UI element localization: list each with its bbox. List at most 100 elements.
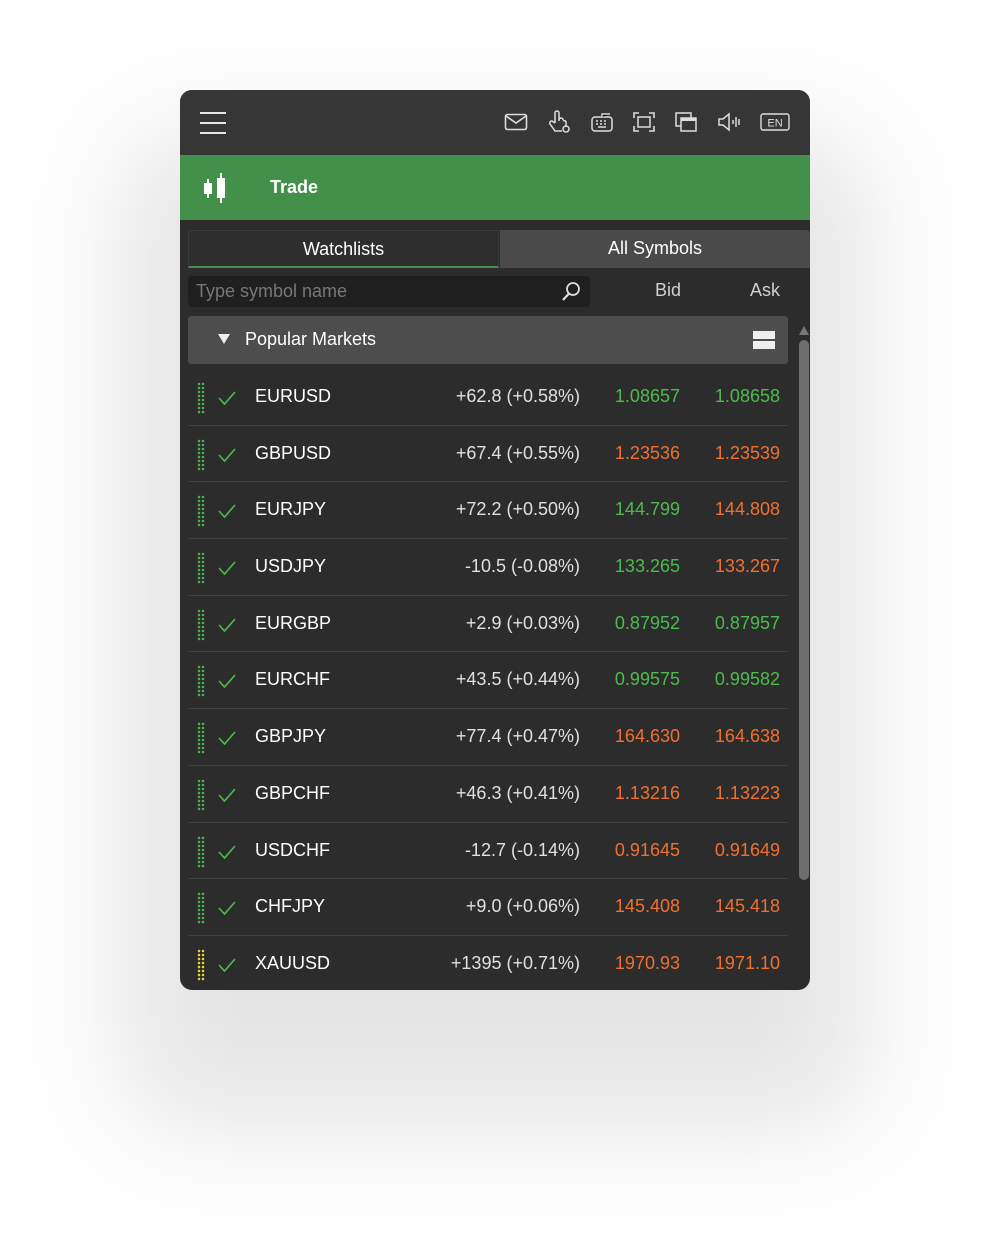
- hamburger-menu-icon[interactable]: [198, 108, 228, 138]
- symbol-row[interactable]: CHFJPY +9.0 (+0.06%) 145.408 145.418: [188, 879, 788, 936]
- mail-icon[interactable]: [504, 112, 528, 132]
- fullscreen-icon[interactable]: [632, 111, 656, 133]
- scroll-up-arrow-icon[interactable]: [799, 326, 809, 335]
- tab-watchlists[interactable]: Watchlists: [188, 230, 499, 268]
- daily-change: +77.4 (+0.47%): [455, 726, 580, 747]
- ask-price[interactable]: 144.808: [715, 499, 780, 520]
- symbol-name: EURUSD: [255, 386, 332, 406]
- daily-change: -12.7 (-0.14%): [464, 839, 580, 860]
- touch-settings-icon[interactable]: [546, 109, 572, 135]
- checkmark-icon[interactable]: [217, 956, 237, 974]
- trading-app-window: EN Trade Watchlists All Symbols Bid Ask …: [180, 90, 810, 990]
- symbol-search: [188, 276, 590, 307]
- symbol-row[interactable]: EURJPY +72.2 (+0.50%) 144.799 144.808: [188, 482, 788, 540]
- checkmark-icon[interactable]: [217, 672, 237, 690]
- bid-price[interactable]: 0.99575: [615, 669, 680, 690]
- scrollbar-thumb[interactable]: [799, 340, 809, 880]
- symbol-name: EURCHF: [255, 669, 330, 690]
- drag-handle-icon[interactable]: [197, 778, 205, 811]
- bid-price[interactable]: 145.408: [615, 896, 680, 917]
- symbol-row[interactable]: EURGBP +2.9 (+0.03%) 0.87952 0.87957: [188, 596, 788, 653]
- bid-price[interactable]: 0.87952: [615, 613, 680, 634]
- ask-price[interactable]: 1.23539: [715, 443, 780, 464]
- symbol-name: USDCHF: [255, 839, 330, 860]
- symbol-row[interactable]: USDJPY -10.5 (-0.08%) 133.265 133.267: [188, 539, 788, 596]
- daily-change: +1395 (+0.71%): [450, 952, 580, 973]
- symbol-name: GBPCHF: [255, 782, 331, 803]
- popular-markets-group[interactable]: Popular Markets: [188, 316, 788, 364]
- symbol-row[interactable]: GBPJPY +77.4 (+0.47%) 164.630 164.638: [188, 709, 788, 766]
- symbol-row[interactable]: XAUUSD +1395 (+0.71%) 1970.93 1971.10: [188, 936, 788, 990]
- drag-handle-icon[interactable]: [197, 382, 205, 414]
- symbol-name: USDJPY: [255, 556, 327, 577]
- language-en-icon[interactable]: EN: [760, 112, 790, 132]
- daily-change: +62.8 (+0.58%): [455, 386, 580, 406]
- bid-price[interactable]: 164.630: [615, 726, 680, 747]
- ask-price[interactable]: 145.418: [715, 896, 780, 917]
- checkmark-icon[interactable]: [217, 616, 237, 634]
- symbol-name: XAUUSD: [255, 952, 331, 973]
- bid-price[interactable]: 1.23536: [615, 443, 680, 464]
- daily-change: +9.0 (+0.06%): [465, 896, 580, 917]
- drag-handle-icon[interactable]: [197, 892, 205, 925]
- ask-price[interactable]: 133.267: [715, 556, 780, 577]
- collapse-triangle-icon[interactable]: [218, 334, 230, 344]
- layout-toggle-icon[interactable]: [753, 331, 775, 349]
- drag-handle-icon[interactable]: [197, 438, 205, 471]
- checkmark-icon[interactable]: [217, 502, 237, 520]
- checkmark-icon[interactable]: [217, 559, 237, 577]
- ask-price[interactable]: 164.638: [715, 726, 780, 747]
- checkmark-icon[interactable]: [217, 786, 237, 804]
- ask-price[interactable]: 0.87957: [715, 613, 780, 634]
- keyboard-icon[interactable]: [590, 111, 614, 133]
- daily-change: +67.4 (+0.55%): [455, 442, 580, 463]
- page-title: Trade: [270, 177, 319, 197]
- bid-price[interactable]: 1.13216: [615, 783, 680, 804]
- symbol-row[interactable]: EURUSD +62.8 (+0.58%) 1.08657 1.08658: [188, 369, 788, 426]
- daily-change: +43.5 (+0.44%): [455, 669, 580, 690]
- windows-icon[interactable]: [674, 111, 698, 133]
- drag-handle-icon[interactable]: [197, 495, 205, 528]
- bid-price[interactable]: 133.265: [615, 556, 680, 577]
- bid-price[interactable]: 144.799: [615, 499, 680, 520]
- checkmark-icon[interactable]: [217, 899, 237, 917]
- checkmark-icon[interactable]: [217, 389, 237, 407]
- trade-header: Trade: [180, 155, 810, 220]
- symbol-name: EURJPY: [255, 499, 327, 520]
- checkmark-icon[interactable]: [217, 446, 237, 464]
- daily-change: -10.5 (-0.08%): [464, 556, 580, 577]
- ask-price[interactable]: 0.91649: [715, 840, 780, 861]
- daily-change: +72.2 (+0.50%): [455, 499, 580, 520]
- symbol-row[interactable]: EURCHF +43.5 (+0.44%) 0.99575 0.99582: [188, 652, 788, 710]
- symbol-row[interactable]: GBPUSD +67.4 (+0.55%) 1.23536 1.23539: [188, 426, 788, 483]
- symbol-row[interactable]: USDCHF -12.7 (-0.14%) 0.91645 0.91649: [188, 823, 788, 880]
- drag-handle-icon[interactable]: [197, 948, 205, 981]
- symbol-name: GBPJPY: [255, 726, 327, 747]
- bid-price[interactable]: 0.91645: [615, 840, 680, 861]
- bid-price[interactable]: 1970.93: [615, 953, 680, 974]
- drag-handle-icon[interactable]: [197, 608, 205, 641]
- toolbar-icons: EN: [504, 110, 790, 134]
- daily-change: +46.3 (+0.41%): [455, 782, 580, 803]
- tab-bar: Watchlists All Symbols: [188, 230, 810, 268]
- ask-price[interactable]: 1.08658: [715, 386, 780, 407]
- search-icon[interactable]: [560, 281, 582, 303]
- candlestick-icon: [204, 173, 225, 203]
- symbol-search-input[interactable]: [196, 276, 556, 307]
- drag-handle-icon[interactable]: [197, 835, 205, 868]
- drag-handle-icon[interactable]: [197, 665, 205, 698]
- ask-price[interactable]: 1971.10: [715, 953, 780, 974]
- tab-all-symbols[interactable]: All Symbols: [500, 230, 810, 268]
- symbol-name: GBPUSD: [255, 442, 332, 463]
- ask-price[interactable]: 1.13223: [715, 783, 780, 804]
- drag-handle-icon[interactable]: [197, 552, 205, 585]
- drag-handle-icon[interactable]: [197, 722, 205, 755]
- checkmark-icon[interactable]: [217, 843, 237, 861]
- ask-price[interactable]: 0.99582: [715, 669, 780, 690]
- bid-price[interactable]: 1.08657: [615, 386, 680, 407]
- volume-icon[interactable]: [716, 111, 742, 133]
- top-toolbar: EN: [180, 90, 810, 155]
- symbol-row[interactable]: GBPCHF +46.3 (+0.41%) 1.13216 1.13223: [188, 766, 788, 823]
- bid-column-header: Bid: [655, 280, 682, 300]
- checkmark-icon[interactable]: [217, 729, 237, 747]
